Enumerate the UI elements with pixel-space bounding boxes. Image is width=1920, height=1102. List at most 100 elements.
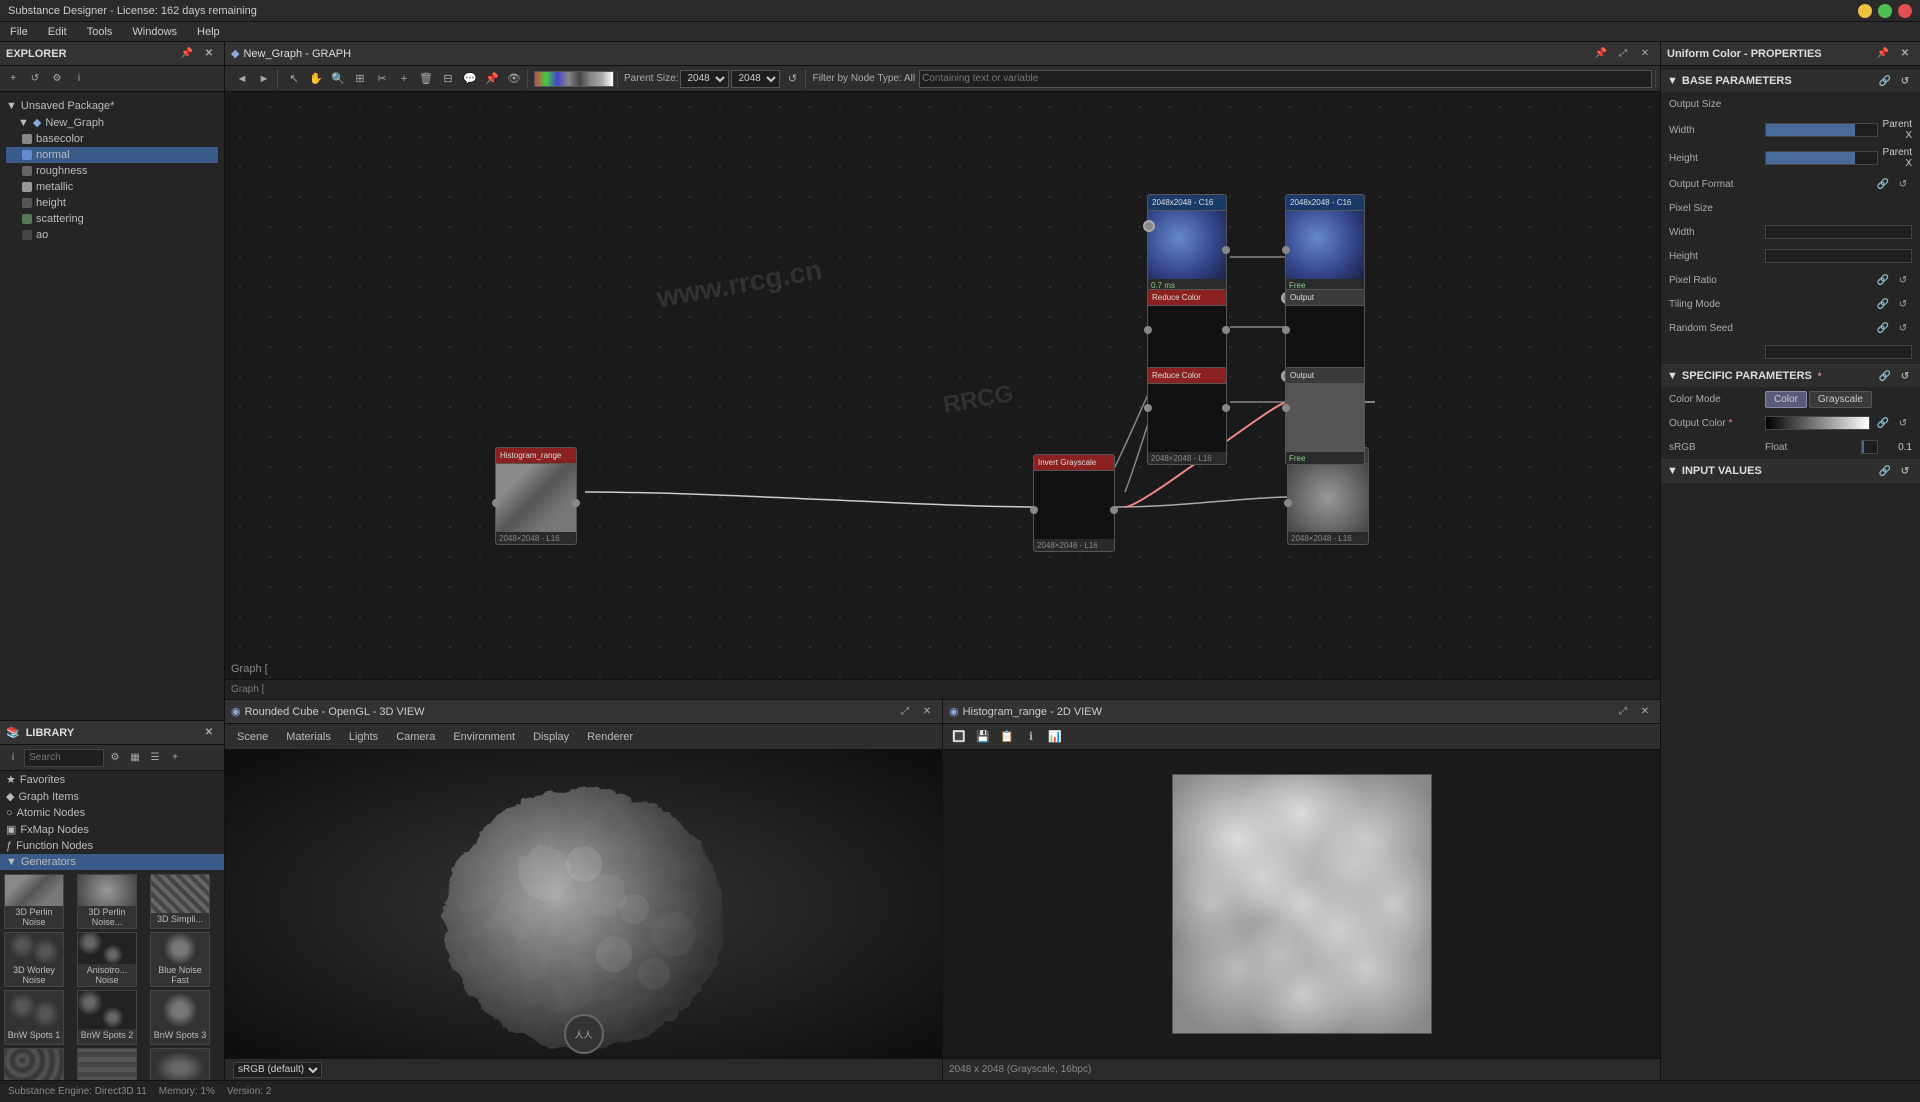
tb-hist-btn4[interactable]: ℹ [1021, 727, 1041, 747]
prop-seed-slider[interactable] [1765, 345, 1912, 359]
prop-input-reset-icon[interactable]: ↺ [1896, 462, 1914, 480]
tb-hist-btn5[interactable]: 📊 [1045, 727, 1065, 747]
explorer-item-height[interactable]: height [6, 195, 218, 211]
tb-refresh-btn[interactable]: ↺ [782, 69, 802, 89]
lib-thumb-3d-worley[interactable]: 3D Worley Noise [4, 932, 64, 987]
prop-format-reset-icon[interactable]: ↺ [1894, 175, 1912, 193]
node-port-right-invert[interactable] [1110, 506, 1118, 514]
prop-ratio-link-icon[interactable]: 🔗 [1874, 271, 1892, 289]
graph-pin-icon[interactable]: 📌 [1592, 45, 1610, 63]
prop-section-input-header[interactable]: ▼ INPUT VALUES 🔗 ↺ [1661, 460, 1920, 482]
menu-file[interactable]: File [6, 24, 32, 40]
vp-tab-scene[interactable]: Scene [231, 729, 274, 745]
explorer-item-roughness[interactable]: roughness [6, 163, 218, 179]
lib-filter-icon[interactable]: ⚙ [106, 749, 124, 767]
prop-srgb-slider[interactable] [1861, 440, 1878, 454]
viewport-canvas[interactable]: 人人 [225, 750, 942, 1058]
explorer-info-icon[interactable]: i [70, 70, 88, 88]
lib-thumb-cells2[interactable]: Cells 2 [77, 1048, 137, 1080]
node-port-left-invert[interactable] [1030, 506, 1038, 514]
maximize-button[interactable] [1878, 4, 1892, 18]
tb-cut-btn[interactable]: ✂ [372, 69, 392, 89]
explorer-item-scattering[interactable]: scattering [6, 211, 218, 227]
explorer-item-basecolor[interactable]: basecolor [6, 131, 218, 147]
lib-thumb-3d-perlin2[interactable]: 3D Perlin Noise... [77, 874, 137, 929]
library-close-icon[interactable]: ✕ [200, 724, 218, 742]
lib-cat-function[interactable]: ƒ Function Nodes [0, 838, 224, 854]
explorer-item-metallic[interactable]: metallic [6, 179, 218, 195]
node-port-left-output-bottom[interactable] [1284, 499, 1292, 507]
explorer-add-icon[interactable]: + [4, 70, 22, 88]
prop-format-link-icon[interactable]: 🔗 [1874, 175, 1892, 193]
props-close-icon[interactable]: ✕ [1896, 45, 1914, 63]
tb-pin-btn[interactable]: 📌 [482, 69, 502, 89]
prop-color-link-icon[interactable]: 🔗 [1874, 414, 1892, 432]
prop-tiling-link-icon[interactable]: 🔗 [1874, 295, 1892, 313]
lib-thumb-3d-perlin1[interactable]: 3D Perlin Noise [4, 874, 64, 929]
viewport-expand-icon[interactable]: ⤢ [896, 703, 914, 721]
prop-color-slider[interactable] [1765, 416, 1870, 430]
lib-list-icon[interactable]: ☰ [146, 749, 164, 767]
lib-thumb-anisotro[interactable]: Anisotro... Noise [77, 932, 137, 987]
prop-base-reset-icon[interactable]: ↺ [1896, 72, 1914, 90]
prop-color-btn[interactable]: Color [1765, 391, 1807, 408]
node-port-left-output-lower[interactable] [1282, 404, 1290, 412]
explorer-refresh-icon[interactable]: ↺ [26, 70, 44, 88]
explorer-item-normal[interactable]: normal [6, 147, 218, 163]
graph-tab[interactable]: ◆ New_Graph - GRAPH [231, 47, 351, 60]
node-port-left-output-mid[interactable] [1282, 326, 1290, 334]
explorer-close-icon[interactable]: ✕ [200, 45, 218, 63]
minimize-button[interactable] [1858, 4, 1872, 18]
prop-input-link-icon[interactable]: 🔗 [1876, 462, 1894, 480]
explorer-graph-header[interactable]: ▼ ◆ New_Graph [6, 114, 218, 131]
tb-add-node-btn[interactable]: + [394, 69, 414, 89]
lib-thumb-blue-noise[interactable]: Blue Noise Fast [150, 932, 210, 987]
graph-close-icon[interactable]: ✕ [1636, 45, 1654, 63]
tb-hist-btn3[interactable]: 📋 [997, 727, 1017, 747]
tb-select-btn[interactable]: ↖ [284, 69, 304, 89]
props-pin-icon[interactable]: 📌 [1874, 45, 1892, 63]
vp-tab-materials[interactable]: Materials [280, 729, 337, 745]
close-button[interactable] [1898, 4, 1912, 18]
tb-zoom-btn[interactable]: 🔍 [328, 69, 348, 89]
vp-tab-display[interactable]: Display [527, 729, 575, 745]
prop-base-link-icon[interactable]: 🔗 [1876, 72, 1894, 90]
viewport-color-select[interactable]: sRGB (default) [233, 1062, 322, 1078]
node-port-left-reduce-upper[interactable] [1144, 326, 1152, 334]
explorer-settings-icon[interactable]: ⚙ [48, 70, 66, 88]
prop-color-reset-icon[interactable]: ↺ [1894, 414, 1912, 432]
tb-frame-btn[interactable]: ⊞ [350, 69, 370, 89]
library-search-input[interactable] [24, 749, 104, 767]
explorer-item-ao[interactable]: ao [6, 227, 218, 243]
histogram-canvas[interactable] [943, 750, 1660, 1058]
prop-specific-link-icon[interactable]: 🔗 [1876, 367, 1894, 385]
node-port-right-reduce-lower[interactable] [1222, 404, 1230, 412]
lib-thumb-bnw-spots2[interactable]: BnW Spots 2 [77, 990, 137, 1045]
parent-size-select[interactable]: 20481024512 [680, 70, 729, 88]
lib-cat-fxmap[interactable]: ▣ FxMap Nodes [0, 821, 224, 838]
node-histogram-range[interactable]: Histogram_range 2048×2048 - L16 [495, 447, 577, 545]
explorer-package-header[interactable]: ▼ Unsaved Package* [6, 98, 218, 114]
prop-seed-link-icon[interactable]: 🔗 [1874, 319, 1892, 337]
prop-width-slider[interactable] [1765, 123, 1878, 137]
node-reduce-lower[interactable]: Reduce Color 2048×2048 - L16 [1147, 367, 1227, 465]
lib-thumb-cells1[interactable]: Cells 1 [4, 1048, 64, 1080]
graph-expand-icon[interactable]: ⤢ [1614, 45, 1632, 63]
lib-cat-atomic[interactable]: ○ Atomic Nodes [0, 805, 224, 821]
prop-specific-reset-icon[interactable]: ↺ [1896, 367, 1914, 385]
prop-ratio-reset-icon[interactable]: ↺ [1894, 271, 1912, 289]
prop-section-specific-header[interactable]: ▼ SPECIFIC PARAMETERS * 🔗 ↺ [1661, 365, 1920, 387]
graph-canvas[interactable]: www.rrcg.cn RRCG Graph [ [225, 92, 1660, 679]
vp-tab-environment[interactable]: Environment [447, 729, 521, 745]
tb-hist-btn2[interactable]: 💾 [973, 727, 993, 747]
prop-px-width-slider[interactable] [1765, 225, 1912, 239]
parent-height-select[interactable]: 20481024512 [731, 70, 780, 88]
lib-add-icon[interactable]: + [166, 749, 184, 767]
node-port-left-reduce-lower[interactable] [1144, 404, 1152, 412]
graph-filter-input[interactable] [919, 70, 1652, 88]
lib-view-icon[interactable]: i [4, 749, 22, 767]
tb-back-btn[interactable]: ◄ [232, 69, 252, 89]
lib-cat-generators[interactable]: ▼ Generators [0, 854, 224, 870]
node-output-lower[interactable]: Output Free [1285, 367, 1365, 465]
histogram-close-icon[interactable]: ✕ [1636, 703, 1654, 721]
